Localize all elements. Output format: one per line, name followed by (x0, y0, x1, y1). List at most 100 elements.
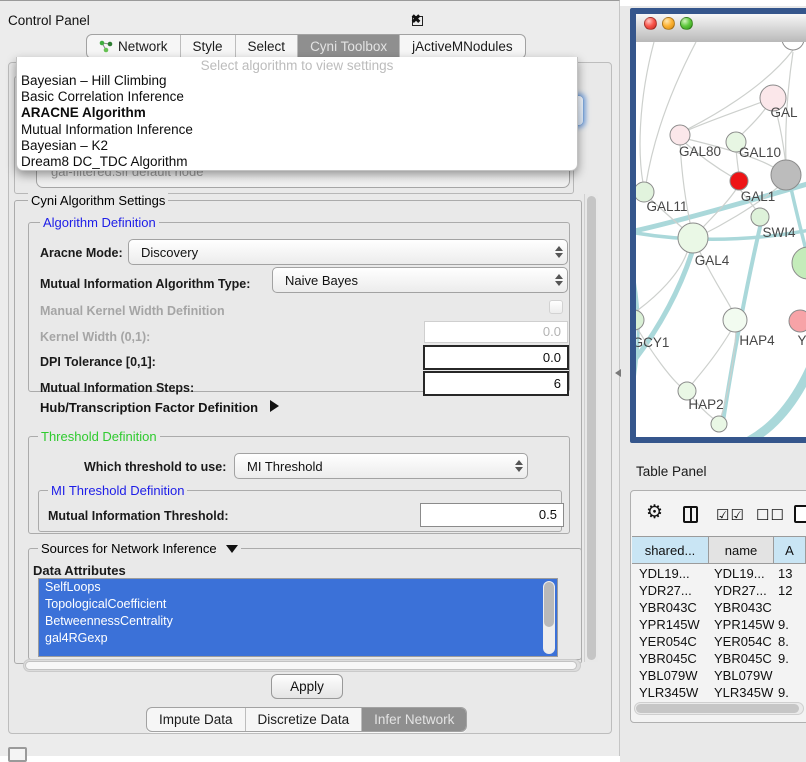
network-node-gal1[interactable] (730, 172, 748, 190)
kernel-width-field[interactable]: 0.0 (424, 321, 568, 343)
table-panel-title: Table Panel (636, 464, 707, 479)
network-node-swi4[interactable] (751, 208, 769, 226)
table-row[interactable]: YDR27...YDR27...12 (632, 582, 806, 599)
settings-vertical-scrollbar[interactable] (584, 194, 598, 662)
table-row[interactable]: YER054CYER054C8. (632, 633, 806, 650)
algorithm-option[interactable]: Mutual Information Inference (17, 122, 577, 138)
tab-label: Select (248, 39, 286, 54)
table-row[interactable]: YLR345WYLR345W9. (632, 684, 806, 701)
network-node[interactable] (782, 42, 804, 50)
dpi-tolerance-field[interactable]: 0.0 (423, 345, 569, 370)
tab-jactivemnodules[interactable]: jActiveMNodules (399, 35, 525, 58)
network-node-hap4[interactable] (723, 308, 747, 332)
network-window-titlebar[interactable] (636, 14, 806, 43)
algorithm-prompt: Select algorithm to view settings (17, 57, 577, 73)
node-label: GAL (770, 105, 798, 120)
algorithm-option[interactable]: Bayesian – Hill Climbing (17, 73, 577, 89)
hub-definition-expander[interactable]: Hub/Transcription Factor Definition (40, 400, 279, 415)
table-row[interactable]: YPR145WYPR145W9. (632, 616, 806, 633)
table-header-row: shared...nameA (632, 536, 806, 564)
column-header-1[interactable]: name (709, 537, 774, 563)
network-view-window[interactable]: GALGAL80GAL10GAL1GAL11SWI4GAL4GCY1HAP4YH… (630, 8, 806, 443)
tab-cyni-toolbox[interactable]: Cyni Toolbox (297, 35, 399, 58)
attribute-item[interactable]: SelfLoops (39, 579, 557, 596)
which-threshold-value: MI Threshold (235, 459, 511, 474)
sources-expander[interactable]: Sources for Network Inference (38, 541, 241, 556)
list-scrollbar[interactable] (543, 581, 555, 654)
network-node-gal80[interactable] (670, 125, 690, 145)
scrollbar-thumb[interactable] (587, 196, 596, 660)
cyni-algorithm-settings-label: Cyni Algorithm Settings (28, 193, 168, 208)
mi-steps-field[interactable]: 6 (423, 371, 569, 396)
mi-type-combo[interactable]: Naive Bayes (272, 267, 568, 293)
column-header-2[interactable]: A (774, 537, 806, 563)
network-node[interactable] (771, 160, 801, 190)
zoom-window-icon[interactable] (680, 17, 693, 30)
attribute-item[interactable]: BetweennessCentrality (39, 613, 557, 630)
tab-style[interactable]: Style (180, 35, 235, 58)
close-window-icon[interactable] (644, 17, 657, 30)
node-label: GAL10 (739, 145, 781, 160)
columns-icon[interactable] (683, 506, 698, 523)
select-all-checks-icon[interactable]: ☑☑ (716, 506, 745, 524)
network-node[interactable] (711, 416, 727, 432)
top-tab-bar: Network Style Select Cyni Toolbox jActiveMNo… (86, 34, 526, 59)
network-edge (646, 42, 696, 184)
aracne-mode-combo[interactable]: Discovery (128, 239, 568, 265)
node-label: GAL80 (679, 144, 721, 159)
mi-type-value: Naive Bayes (273, 273, 551, 288)
manual-kernel-checkbox[interactable] (549, 300, 563, 314)
algorithm-option[interactable]: Basic Correlation Inference (17, 89, 577, 105)
column-header-0[interactable]: shared... (632, 537, 709, 563)
threshold-definition-label: Threshold Definition (38, 429, 160, 444)
scrollbar-thumb[interactable] (544, 582, 554, 627)
mi-threshold-label: Mutual Information Threshold: (48, 509, 229, 523)
node-label: SWI4 (762, 225, 795, 240)
network-canvas[interactable]: GALGAL80GAL10GAL1GAL11SWI4GAL4GCY1HAP4YH… (636, 42, 806, 437)
table-row[interactable]: YBR043CYBR043C (632, 599, 806, 616)
network-node-gcy1[interactable] (636, 310, 644, 330)
close-icon[interactable]: ✖ (411, 12, 421, 26)
network-node-y[interactable] (789, 310, 806, 332)
scrollbar-thumb[interactable] (25, 661, 577, 670)
deselect-all-checks-icon[interactable]: ☐☐ (756, 506, 785, 524)
data-attributes-list[interactable]: SelfLoopsTopologicalCoefficientBetweenne… (38, 578, 558, 657)
table-cell: YPR145W (632, 616, 709, 633)
collapsed-panel-icon[interactable] (8, 747, 27, 762)
page-icon[interactable] (794, 505, 806, 523)
algorithm-option[interactable]: Bayesian – K2 (17, 138, 577, 154)
network-node[interactable] (792, 247, 806, 279)
network-icon (99, 40, 113, 53)
node-label: HAP4 (739, 333, 775, 348)
tab-label: Style (193, 39, 223, 54)
minimize-window-icon[interactable] (662, 17, 675, 30)
which-threshold-combo[interactable]: MI Threshold (234, 453, 528, 479)
tab-select[interactable]: Select (235, 35, 298, 58)
table-row[interactable]: YBR045CYBR045C9. (632, 650, 806, 667)
gear-icon[interactable]: ⚙ (646, 503, 663, 523)
table-cell: 9. (774, 616, 806, 633)
data-attributes-label: Data Attributes (33, 563, 126, 578)
table-horizontal-scrollbar[interactable] (634, 702, 804, 715)
tab-infer-network[interactable]: Infer Network (361, 708, 466, 731)
table-row[interactable]: YBL079WYBL079W (632, 667, 806, 684)
tab-impute-data[interactable]: Impute Data (147, 708, 245, 731)
attribute-item-partial[interactable] (39, 647, 557, 657)
aracne-mode-value: Discovery (129, 245, 551, 260)
network-node-gal4[interactable] (678, 223, 708, 253)
attribute-item[interactable]: TopologicalCoefficient (39, 596, 557, 613)
algorithm-option[interactable]: Dream8 DC_TDC Algorithm (17, 154, 577, 170)
panel-divider-arrow[interactable] (615, 369, 621, 377)
algorithm-option[interactable]: ARACNE Algorithm (17, 105, 577, 121)
table-rows: YDL19...YDL19...13YDR27...YDR27...12YBR0… (632, 565, 806, 704)
apply-button[interactable]: Apply (271, 674, 343, 699)
attribute-item[interactable]: gal4RGexp (39, 630, 557, 647)
algorithm-definition-label: Algorithm Definition (40, 215, 159, 230)
scrollbar-thumb[interactable] (636, 704, 799, 713)
tab-label: Cyni Toolbox (310, 39, 387, 54)
tab-network[interactable]: Network (87, 35, 180, 58)
tab-discretize-data[interactable]: Discretize Data (245, 708, 362, 731)
settings-horizontal-scrollbar[interactable] (23, 659, 581, 672)
mi-threshold-field[interactable]: 0.5 (420, 503, 564, 527)
table-row[interactable]: YDL19...YDL19...13 (632, 565, 806, 582)
